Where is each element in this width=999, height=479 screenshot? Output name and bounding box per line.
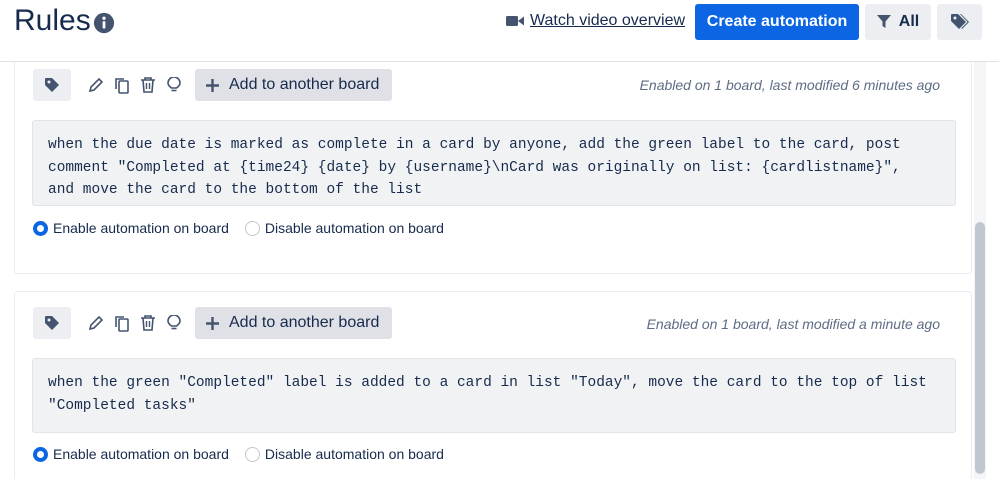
lightbulb-icon (167, 77, 181, 92)
rule-label-button[interactable] (33, 307, 71, 339)
enable-label: Enable automation on board (53, 220, 229, 236)
rule-card: Add to another board Enabled on 1 board,… (14, 291, 972, 479)
scrollbar-thumb[interactable] (975, 222, 985, 474)
tag-icon (45, 78, 59, 92)
video-camera-icon (506, 16, 524, 26)
enable-radio[interactable]: Enable automation on board (33, 220, 229, 236)
filter-button[interactable]: All (865, 4, 931, 40)
radio-selected-indicator (33, 446, 48, 462)
disable-radio[interactable]: Disable automation on board (244, 220, 444, 236)
rule-meta: Enabled on 1 board, last modified 6 minu… (639, 77, 940, 93)
tips-button[interactable] (161, 69, 187, 101)
enable-radio[interactable]: Enable automation on board (33, 446, 229, 462)
disable-label: Disable automation on board (264, 220, 444, 236)
lightbulb-icon (167, 315, 181, 330)
tips-button[interactable] (161, 307, 187, 339)
edit-button[interactable] (83, 69, 109, 101)
add-to-another-board-button[interactable]: Add to another board (195, 307, 393, 339)
watch-video-label: Watch video overview (530, 12, 686, 29)
create-automation-button[interactable]: Create automation (695, 4, 859, 40)
tag-icon (45, 316, 59, 330)
disable-radio[interactable]: Disable automation on board (244, 446, 444, 462)
copy-icon (115, 77, 129, 94)
rule-text: when the green "Completed" label is adde… (32, 358, 956, 433)
rule-card: Add to another board Enabled on 1 board,… (14, 62, 972, 274)
pencil-icon (88, 77, 104, 93)
add-to-another-board-label: Add to another board (229, 76, 380, 93)
radio-selected-indicator (33, 220, 48, 236)
page-title: Rules (14, 4, 91, 37)
plus-icon (206, 78, 219, 92)
plus-icon (206, 316, 219, 330)
delete-button[interactable] (135, 69, 161, 101)
watch-video-link[interactable]: Watch video overview (506, 12, 685, 30)
info-icon[interactable] (93, 12, 115, 34)
pencil-icon (88, 315, 104, 331)
copy-button[interactable] (109, 307, 135, 339)
filter-label: All (898, 13, 920, 30)
rule-enable-options: Enable automation on board Disable autom… (33, 446, 460, 462)
rules-list[interactable]: Add to another board Enabled on 1 board,… (0, 62, 999, 479)
trash-icon (141, 315, 155, 331)
rule-toolbar: Add to another board (33, 306, 393, 340)
page-header: Rules Watch video overview Create automa… (0, 0, 999, 62)
filter-icon (876, 15, 891, 28)
scrollbar[interactable] (974, 62, 986, 479)
add-to-another-board-label: Add to another board (229, 314, 380, 331)
copy-button[interactable] (109, 69, 135, 101)
copy-icon (115, 315, 129, 332)
edit-button[interactable] (83, 307, 109, 339)
rule-toolbar: Add to another board (33, 68, 393, 102)
label-filter-button[interactable] (937, 4, 982, 40)
disable-label: Disable automation on board (264, 446, 444, 462)
enable-label: Enable automation on board (53, 446, 229, 462)
radio-unselected-indicator (244, 446, 260, 462)
add-to-another-board-button[interactable]: Add to another board (195, 69, 393, 101)
rule-meta: Enabled on 1 board, last modified a minu… (646, 316, 940, 332)
rule-enable-options: Enable automation on board Disable autom… (33, 220, 460, 236)
radio-unselected-indicator (244, 220, 260, 236)
tag-icon (950, 14, 969, 29)
rule-label-button[interactable] (33, 69, 71, 101)
delete-button[interactable] (135, 307, 161, 339)
rule-text: when the due date is marked as complete … (32, 120, 956, 206)
trash-icon (141, 77, 155, 93)
